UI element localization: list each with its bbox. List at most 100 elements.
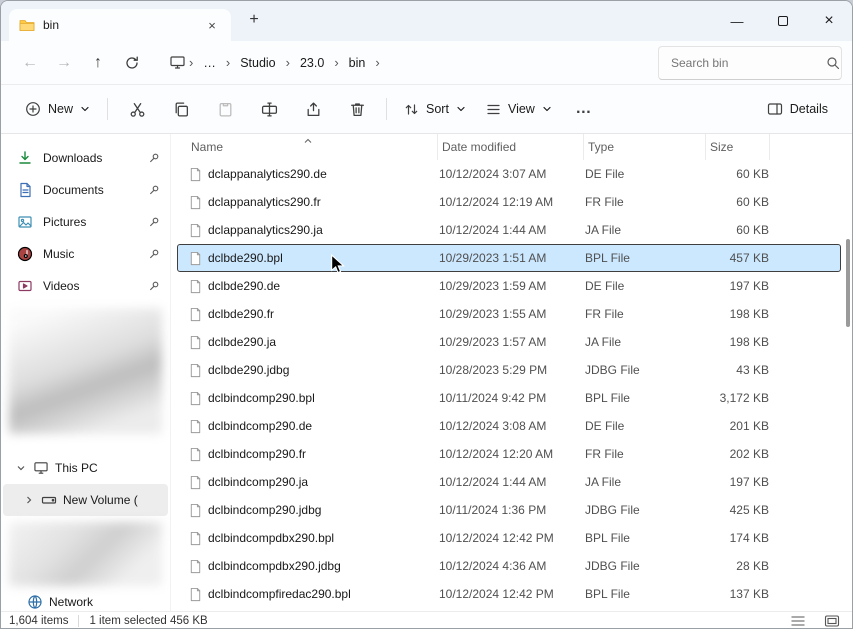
file-date: 10/29/2023 1:59 AM [439,279,585,293]
file-name: dclbde290.jdbg [206,363,439,377]
file-row[interactable]: dclbde290.jdbg 10/28/2023 5:29 PM JDBG F… [177,356,841,384]
sidebar-item-videos[interactable]: Videos [3,270,168,302]
sidebar-item-new-volume[interactable]: New Volume ( [3,484,168,516]
file-date: 10/11/2024 9:42 PM [439,391,585,405]
breadcrumb-item-studio[interactable]: Studio [233,52,282,74]
chevron-collapsed-icon[interactable] [23,495,35,505]
maximize-icon[interactable] [760,1,806,41]
search-box[interactable] [658,46,842,80]
file-name: dclappanalytics290.de [206,167,439,181]
paste-button[interactable] [203,92,247,126]
file-row[interactable]: dclbindcomp290.jdbg 10/11/2024 1:36 PM J… [177,496,841,524]
sort-icon [404,102,419,117]
rename-button[interactable] [247,92,291,126]
column-header-name[interactable]: Name [187,134,438,160]
file-date: 10/29/2023 1:57 AM [439,335,585,349]
file-name: dclbindcomp290.jdbg [206,503,439,517]
search-icon[interactable] [826,56,840,70]
file-row[interactable]: dclbindcompfiredac290.bpl 10/12/2024 12:… [177,580,841,608]
file-name: dclbindcomp290.bpl [206,391,439,405]
column-header-date-modified[interactable]: Date modified [438,134,584,160]
file-type: BPL File [585,251,707,265]
chevron-right-icon: › [331,55,341,70]
vertical-scrollbar[interactable] [846,239,850,327]
search-input[interactable] [671,56,826,70]
file-row[interactable]: dclbindcomp290.bpl 10/11/2024 9:42 PM BP… [177,384,841,412]
file-date: 10/11/2024 1:36 PM [439,503,585,517]
thumbnails-view-icon[interactable] [820,613,844,629]
blurred-region [9,522,162,586]
file-size: 201 KB [707,419,771,433]
breadcrumb-item-bin[interactable]: bin [342,52,373,74]
up-icon[interactable]: ↑ [81,47,115,79]
sidebar-item-downloads[interactable]: Downloads [3,142,168,174]
sort-button[interactable]: Sort [394,92,476,126]
file-type: DE File [585,279,707,293]
file-row[interactable]: dclbindcomp290.fr 10/12/2024 12:20 AM FR… [177,440,841,468]
minimize-icon[interactable]: — [714,1,760,41]
sidebar-item-documents[interactable]: Documents [3,174,168,206]
file-icon [188,363,206,378]
file-row[interactable]: dclbde290.fr 10/29/2023 1:55 AM FR File … [177,300,841,328]
file-type: BPL File [585,391,707,405]
forward-icon[interactable]: → [47,47,81,79]
sidebar-item-network[interactable]: Network [3,586,168,611]
chevron-down-icon [542,104,552,114]
close-icon[interactable]: × [806,1,852,41]
file-name: dclbde290.bpl [206,251,439,265]
refresh-icon[interactable] [115,47,149,79]
file-row[interactable]: dclbde290.ja 10/29/2023 1:57 AM JA File … [177,328,841,356]
file-icon [188,251,206,266]
new-button[interactable]: New [15,92,100,126]
back-icon[interactable]: ← [13,47,47,79]
tab-close-icon[interactable]: × [201,14,223,36]
chevron-right-icon: › [186,55,196,70]
file-name: dclappanalytics290.ja [206,223,439,237]
file-type: BPL File [585,531,707,545]
file-row[interactable]: dclbde290.de 10/29/2023 1:59 AM DE File … [177,272,841,300]
chevron-down-icon [80,104,90,114]
file-row[interactable]: dclbindcompdbx290.bpl 10/12/2024 12:42 P… [177,524,841,552]
details-button-label: Details [790,102,828,116]
toolbar-divider [386,98,387,120]
breadcrumb-ellipsis[interactable]: … [196,52,223,74]
file-name: dclbde290.ja [206,335,439,349]
downloads-icon [17,150,33,166]
view-button[interactable]: View [476,92,562,126]
file-type: JA File [585,475,707,489]
column-header-type[interactable]: Type [584,134,706,160]
this-pc-icon [33,461,49,475]
more-options-icon[interactable]: … [562,92,606,126]
file-date: 10/12/2024 1:44 AM [439,223,585,237]
file-icon [188,307,206,322]
file-icon [188,391,206,406]
explorer-tab[interactable]: bin × [9,9,231,41]
file-date: 10/12/2024 3:07 AM [439,167,585,181]
toolbar-divider [107,98,108,120]
file-row[interactable]: dclbde290.bpl 10/29/2023 1:51 AM BPL Fil… [177,244,841,272]
sidebar-item-pictures[interactable]: Pictures [3,206,168,238]
file-size: 198 KB [707,307,771,321]
file-row[interactable]: dclbindcomp290.ja 10/12/2024 1:44 AM JA … [177,468,841,496]
copy-button[interactable] [159,92,203,126]
breadcrumb-item-23[interactable]: 23.0 [293,52,331,74]
chevron-expanded-icon[interactable] [15,463,27,473]
sidebar-item-this-pc[interactable]: This PC [3,452,168,484]
column-header-size[interactable]: Size [706,134,770,160]
file-type: JDBG File [585,363,707,377]
network-icon [27,594,43,610]
details-button[interactable]: Details [757,92,838,126]
delete-button[interactable] [335,92,379,126]
file-icon [188,503,206,518]
this-pc-icon[interactable] [169,55,186,70]
cut-button[interactable] [115,92,159,126]
file-row[interactable]: dclbindcompdbx290.jdbg 10/12/2024 4:36 A… [177,552,841,580]
file-row[interactable]: dclappanalytics290.de 10/12/2024 3:07 AM… [177,160,841,188]
new-tab-icon[interactable]: + [243,9,265,31]
file-row[interactable]: dclbindcomp290.de 10/12/2024 3:08 AM DE … [177,412,841,440]
sidebar-item-music[interactable]: Music [3,238,168,270]
share-button[interactable] [291,92,335,126]
file-row[interactable]: dclappanalytics290.fr 10/12/2024 12:19 A… [177,188,841,216]
file-row[interactable]: dclappanalytics290.ja 10/12/2024 1:44 AM… [177,216,841,244]
details-view-icon[interactable] [786,613,810,629]
